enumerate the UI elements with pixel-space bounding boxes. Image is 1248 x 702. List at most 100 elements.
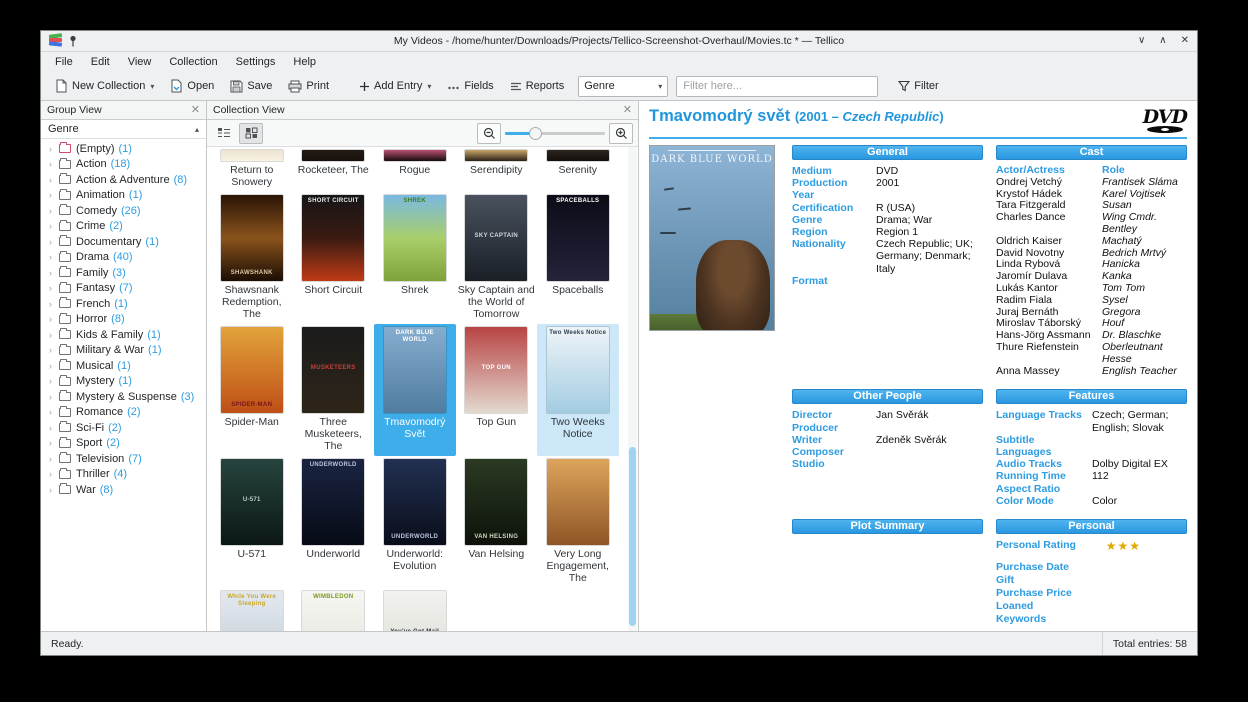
tree-expand-icon[interactable]: › — [49, 361, 59, 371]
slider-handle[interactable] — [529, 126, 542, 140]
movie-cell[interactable]: While You Were SleepingWhile You Were Sl… — [211, 588, 293, 631]
tree-expand-icon[interactable]: › — [49, 175, 59, 185]
movie-cell[interactable]: U-571 U-571 — [211, 456, 293, 588]
add-entry-button[interactable]: Add Entry ▾ — [353, 77, 437, 95]
movie-cell[interactable]: TOP GUN Top Gun — [456, 324, 538, 456]
group-item[interactable]: › Horror (8) — [41, 312, 206, 328]
scrollbar-thumb[interactable] — [629, 447, 636, 627]
group-item[interactable]: › Action & Adventure (8) — [41, 172, 206, 188]
movie-cell[interactable]: Two Weeks Notice Two Weeks Notice — [537, 324, 619, 456]
filter-input[interactable] — [676, 75, 879, 97]
icon-view-button[interactable] — [239, 122, 263, 144]
movie-cell[interactable]: SHREK Shrek — [374, 192, 456, 324]
group-item[interactable]: › Sport (2) — [41, 436, 206, 452]
zoom-in-button[interactable] — [609, 122, 633, 144]
movie-cell[interactable]: DARK BLUE WORLD Tmavomodrý Svět — [374, 324, 456, 456]
group-field-combo[interactable]: Genre ▴ — [41, 120, 206, 139]
tree-expand-icon[interactable]: › — [49, 438, 59, 448]
movie-cell[interactable]: SPACEBALLS Spaceballs — [537, 192, 619, 324]
close-icon[interactable]: ✕ — [623, 104, 632, 116]
group-item[interactable]: › Documentary (1) — [41, 234, 206, 250]
group-item[interactable]: › Action (18) — [41, 157, 206, 173]
movie-cell[interactable]: Rocketeer, The — [293, 147, 375, 192]
zoom-out-button[interactable] — [477, 122, 501, 144]
group-item[interactable]: › Comedy (26) — [41, 203, 206, 219]
close-button[interactable]: ✕ — [1181, 36, 1189, 46]
tree-expand-icon[interactable]: › — [49, 252, 59, 262]
group-item[interactable]: › (Empty) (1) — [41, 141, 206, 157]
save-button[interactable]: Save — [224, 77, 278, 96]
tree-expand-icon[interactable]: › — [49, 159, 59, 169]
tree-expand-icon[interactable]: › — [49, 485, 59, 495]
movie-cell[interactable]: UNDERWORLD Underworld: Evolution — [374, 456, 456, 588]
group-item[interactable]: › Thriller (4) — [41, 467, 206, 483]
group-item[interactable]: › Crime (2) — [41, 219, 206, 235]
menu-settings[interactable]: Settings — [228, 54, 284, 70]
group-item[interactable]: › Kids & Family (1) — [41, 327, 206, 343]
filter-button[interactable]: Filter — [892, 77, 944, 95]
group-item[interactable]: › Drama (40) — [41, 250, 206, 266]
tree-expand-icon[interactable]: › — [49, 190, 59, 200]
menu-file[interactable]: File — [47, 54, 81, 70]
movie-cell[interactable]: WIMBLEDONWimbledon — [293, 588, 375, 631]
menu-collection[interactable]: Collection — [161, 54, 225, 70]
group-item[interactable]: › Family (3) — [41, 265, 206, 281]
movie-cell[interactable]: Rogue — [374, 147, 456, 192]
movie-cell[interactable]: UNDERWORLD Underworld — [293, 456, 375, 588]
movie-cell[interactable]: SKY CAPTAIN Sky Captain and the World of … — [456, 192, 538, 324]
tree-expand-icon[interactable]: › — [49, 423, 59, 433]
reports-button[interactable]: Reports — [504, 77, 571, 95]
group-item[interactable]: › Military & War (1) — [41, 343, 206, 359]
movie-cell[interactable]: MUSKETEERS Three Musketeers, The — [293, 324, 375, 456]
movie-cell[interactable]: SHAWSHANK Shawsnank Redemption, The — [211, 192, 293, 324]
group-item[interactable]: › War (8) — [41, 482, 206, 498]
tree-expand-icon[interactable]: › — [49, 330, 59, 340]
tree-expand-icon[interactable]: › — [49, 392, 59, 402]
group-item[interactable]: › Animation (1) — [41, 188, 206, 204]
group-item[interactable]: › French (1) — [41, 296, 206, 312]
tree-expand-icon[interactable]: › — [49, 237, 59, 247]
print-button[interactable]: Print — [282, 77, 335, 96]
new-collection-button[interactable]: New Collection ▾ — [49, 76, 160, 96]
tree-expand-icon[interactable]: › — [49, 407, 59, 417]
collection-scrollbar[interactable] — [628, 147, 637, 631]
group-item[interactable]: › Musical (1) — [41, 358, 206, 374]
zoom-slider[interactable] — [505, 123, 605, 144]
menu-view[interactable]: View — [120, 54, 160, 70]
movie-cell[interactable]: Serendipity — [456, 147, 538, 192]
tree-expand-icon[interactable]: › — [49, 469, 59, 479]
menu-help[interactable]: Help — [285, 54, 324, 70]
fields-button[interactable]: Fields — [441, 77, 499, 95]
tree-expand-icon[interactable]: › — [49, 314, 59, 324]
group-item[interactable]: › Mystery (1) — [41, 374, 206, 390]
group-item[interactable]: › Romance (2) — [41, 405, 206, 421]
movie-cell[interactable]: Serenity — [537, 147, 619, 192]
movie-cell[interactable]: You've Got MailYou've Got Mail — [374, 588, 456, 631]
movie-cell[interactable]: Very Long Engagement, The — [537, 456, 619, 588]
group-item[interactable]: › Sci-Fi (2) — [41, 420, 206, 436]
list-view-button[interactable] — [212, 123, 236, 144]
movie-cell[interactable]: SPIDER-MAN Spider-Man — [211, 324, 293, 456]
tree-expand-icon[interactable]: › — [49, 299, 59, 309]
close-icon[interactable]: ✕ — [191, 104, 200, 116]
movie-cell[interactable]: VAN HELSING Van Helsing — [456, 456, 538, 588]
movie-cell[interactable]: SHORT CIRCUIT Short Circuit — [293, 192, 375, 324]
group-item[interactable]: › Television (7) — [41, 451, 206, 467]
open-button[interactable]: Open — [164, 76, 220, 96]
tree-expand-icon[interactable]: › — [49, 268, 59, 278]
group-item[interactable]: › Mystery & Suspense (3) — [41, 389, 206, 405]
tree-expand-icon[interactable]: › — [49, 345, 59, 355]
group-item[interactable]: › Fantasy (7) — [41, 281, 206, 297]
minimize-button[interactable]: ∨ — [1138, 36, 1145, 46]
menu-edit[interactable]: Edit — [83, 54, 118, 70]
group-count: (8) — [111, 313, 125, 326]
tree-expand-icon[interactable]: › — [49, 144, 59, 154]
tree-expand-icon[interactable]: › — [49, 283, 59, 293]
maximize-button[interactable]: ∧ — [1159, 36, 1166, 46]
tree-expand-icon[interactable]: › — [49, 376, 59, 386]
tree-expand-icon[interactable]: › — [49, 454, 59, 464]
group-field-select[interactable]: Genre ▾ — [578, 75, 669, 97]
tree-expand-icon[interactable]: › — [49, 206, 59, 216]
movie-cell[interactable]: Return to Snowery — [211, 147, 293, 192]
tree-expand-icon[interactable]: › — [49, 221, 59, 231]
